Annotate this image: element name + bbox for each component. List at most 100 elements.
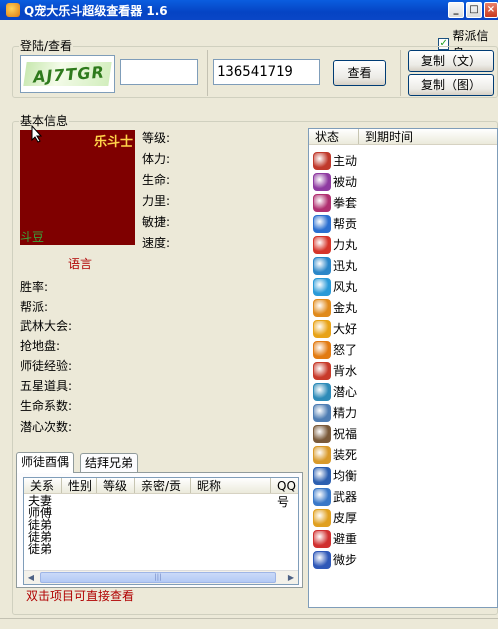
status-item-label: 精力 — [333, 406, 358, 420]
relations-header: 关系 性别 等级 亲密/贡 昵称 QQ号 — [24, 478, 298, 509]
stat-agility: 敏捷: — [142, 215, 171, 229]
col-relation[interactable]: 关系 — [24, 478, 62, 493]
glove-icon — [313, 193, 331, 212]
status-item-label: 潜心 — [333, 385, 358, 399]
status-item[interactable]: 皮厚 — [313, 507, 357, 528]
info-guild: 帮派: — [20, 300, 49, 314]
scroll-thumb[interactable]: ||| — [40, 572, 276, 583]
status-item-label: 祝福 — [333, 427, 358, 441]
thick-skin-icon — [313, 508, 331, 527]
view-button[interactable]: 查看 — [333, 60, 386, 86]
scroll-right-icon[interactable]: ▶ — [284, 571, 298, 585]
info-mentor-exp: 师徒经验: — [20, 359, 73, 373]
status-item-label: 主动 — [333, 154, 358, 168]
avatar[interactable]: 乐斗士 斗豆 — [20, 130, 135, 245]
qq-input[interactable] — [120, 59, 198, 85]
status-item[interactable]: 金丸 — [313, 297, 357, 318]
copy-text-button[interactable]: 复制（文） — [408, 50, 494, 72]
stat-stamina: 体力: — [142, 152, 171, 166]
info-hp-factor: 生命系数: — [20, 399, 73, 413]
info-five-star-items: 五星道具: — [20, 379, 73, 393]
info-winrate: 胜率: — [20, 280, 49, 294]
meditate-icon — [313, 382, 331, 401]
status-item[interactable]: 怒了 — [313, 339, 357, 360]
status-item[interactable]: 均衡 — [313, 465, 357, 486]
status-item-label: 背水 — [333, 364, 358, 378]
captcha-image[interactable]: AJ7TGR — [20, 55, 115, 93]
mouse-cursor-icon — [31, 125, 43, 143]
status-item-label: 武器 — [333, 490, 358, 504]
status-item[interactable]: 主动 — [313, 150, 357, 171]
tab-mentor-spouse[interactable]: 师徒酉偶 — [16, 452, 75, 473]
step-icon — [313, 550, 331, 569]
window-title: Q宠大乐斗超级查看器 1.6 — [24, 3, 168, 18]
app-icon — [6, 3, 20, 17]
status-item-label: 被动 — [333, 175, 358, 189]
language-link[interactable]: 语言 — [68, 256, 92, 272]
stat-level: 等级: — [142, 131, 171, 145]
active-icon — [313, 151, 331, 170]
status-item-label: 拳套 — [333, 196, 358, 210]
status-item-label: 风丸 — [333, 280, 358, 294]
weapon-icon — [313, 487, 331, 506]
close-button[interactable]: × — [484, 2, 498, 18]
balance-icon — [313, 466, 331, 485]
header-expire-time[interactable]: 到期时间 — [359, 129, 497, 144]
status-item-label: 微步 — [333, 553, 358, 567]
col-level[interactable]: 等级 — [97, 478, 135, 493]
play-dead-icon — [313, 445, 331, 464]
status-item-label: 装死 — [333, 448, 358, 462]
relation-row[interactable]: 徒弟 — [28, 543, 52, 555]
dodge-icon — [313, 529, 331, 548]
strength-pill-icon — [313, 235, 331, 254]
horizontal-scrollbar[interactable]: ◀ ||| ▶ — [24, 570, 298, 584]
status-item-label: 怒了 — [333, 343, 358, 357]
scroll-left-icon[interactable]: ◀ — [24, 571, 38, 585]
status-bar — [0, 618, 498, 629]
status-item[interactable]: 风丸 — [313, 276, 357, 297]
col-qq[interactable]: QQ号 — [271, 478, 298, 509]
info-territory: 抢地盘: — [20, 339, 61, 353]
status-item[interactable]: 被动 — [313, 171, 357, 192]
stat-strength: 力里: — [142, 194, 171, 208]
status-item[interactable]: 大好 — [313, 318, 357, 339]
angry-icon — [313, 340, 331, 359]
double-click-hint: 双击项目可直接查看 — [26, 589, 135, 603]
status-item[interactable]: 力丸 — [313, 234, 357, 255]
status-item[interactable]: 背水 — [313, 360, 357, 381]
minimize-button[interactable]: _ — [448, 2, 464, 18]
info-meditate-count: 潜心次数: — [20, 420, 73, 434]
avatar-corner-label: 斗豆 — [20, 230, 45, 244]
gold-pill-icon — [313, 298, 331, 317]
status-item[interactable]: 精力 — [313, 402, 357, 423]
status-item[interactable]: 避重 — [313, 528, 357, 549]
status-item[interactable]: 帮贡 — [313, 213, 357, 234]
relations-list[interactable]: 关系 性别 等级 亲密/贡 昵称 QQ号 夫妻 师傅 徒弟 徒弟 徒弟 ◀ ||… — [23, 477, 299, 585]
status-item[interactable]: 微步 — [313, 549, 357, 570]
status-item-label: 帮贡 — [333, 217, 358, 231]
col-nickname[interactable]: 昵称 — [191, 478, 271, 493]
copy-image-button[interactable]: 复制（图） — [408, 74, 494, 96]
status-item[interactable]: 装死 — [313, 444, 357, 465]
energy-icon — [313, 403, 331, 422]
col-intimacy[interactable]: 亲密/贡 — [135, 478, 191, 493]
header-status[interactable]: 状态 — [309, 129, 359, 144]
status-item[interactable]: 迅丸 — [313, 255, 357, 276]
class-name: 乐斗士 — [93, 135, 133, 150]
status-item[interactable]: 武器 — [313, 486, 357, 507]
status-item[interactable]: 潜心 — [313, 381, 357, 402]
status-item[interactable]: 拳套 — [313, 192, 357, 213]
relations-panel: 关系 性别 等级 亲密/贡 昵称 QQ号 夫妻 师傅 徒弟 徒弟 徒弟 ◀ ||… — [16, 472, 303, 588]
status-item-label: 皮厚 — [333, 511, 358, 525]
speed-pill-icon — [313, 256, 331, 275]
status-item-label: 金丸 — [333, 301, 358, 315]
stat-speed: 速度: — [142, 236, 171, 250]
col-gender[interactable]: 性别 — [62, 478, 97, 493]
status-item-label: 均衡 — [333, 469, 358, 483]
basic-info-title: 基本信息 — [19, 114, 70, 128]
target-qq-input[interactable]: 136541719 — [213, 59, 320, 85]
status-list[interactable]: 状态 到期时间 主动被动拳套帮贡力丸 迅丸风丸金丸大好怒了背水潜心精力祝福装死均衡… — [308, 128, 498, 608]
maximize-button[interactable]: □ — [466, 2, 482, 18]
status-item[interactable]: 祝福 — [313, 423, 357, 444]
tab-sworn-brothers[interactable]: 结拜兄弟 — [80, 453, 139, 473]
